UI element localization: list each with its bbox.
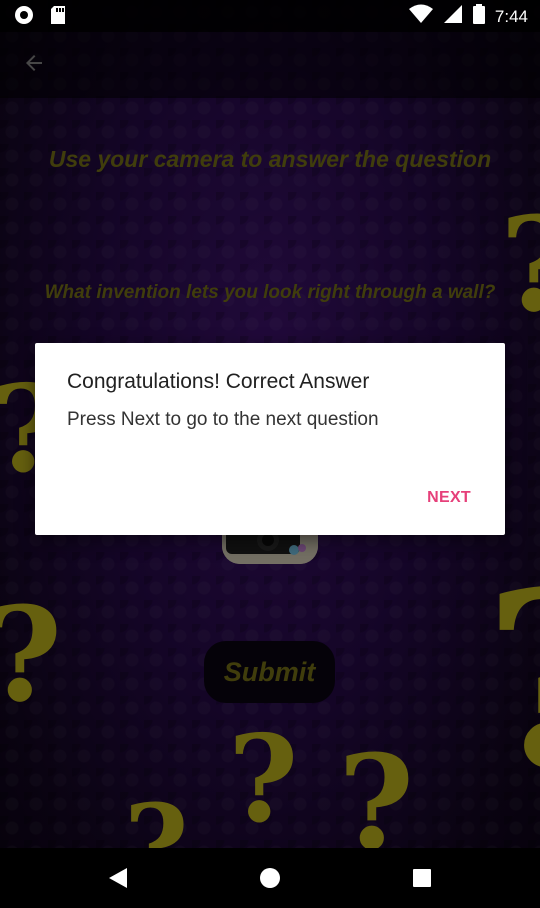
sd-card-icon	[50, 5, 66, 30]
next-button[interactable]: NEXT	[427, 489, 471, 507]
battery-icon	[472, 4, 485, 29]
status-bar: 7:44	[0, 0, 540, 32]
recents-square-icon[interactable]	[412, 868, 432, 893]
dialog-title: Congratulations! Correct Answer	[67, 370, 370, 393]
dialog-message: Press Next to go to the next question	[67, 409, 379, 430]
home-circle-icon[interactable]	[259, 867, 281, 894]
app-screen: ? ? ? ? ? ? ? 7:44	[0, 0, 540, 908]
signal-icon	[443, 4, 463, 29]
system-navigation-bar	[0, 848, 540, 908]
back-triangle-icon[interactable]	[108, 867, 128, 894]
status-time: 7:44	[494, 6, 528, 26]
record-icon	[14, 5, 34, 30]
answer-dialog: Congratulations! Correct Answer Press Ne…	[35, 343, 505, 535]
wifi-icon	[408, 4, 433, 29]
